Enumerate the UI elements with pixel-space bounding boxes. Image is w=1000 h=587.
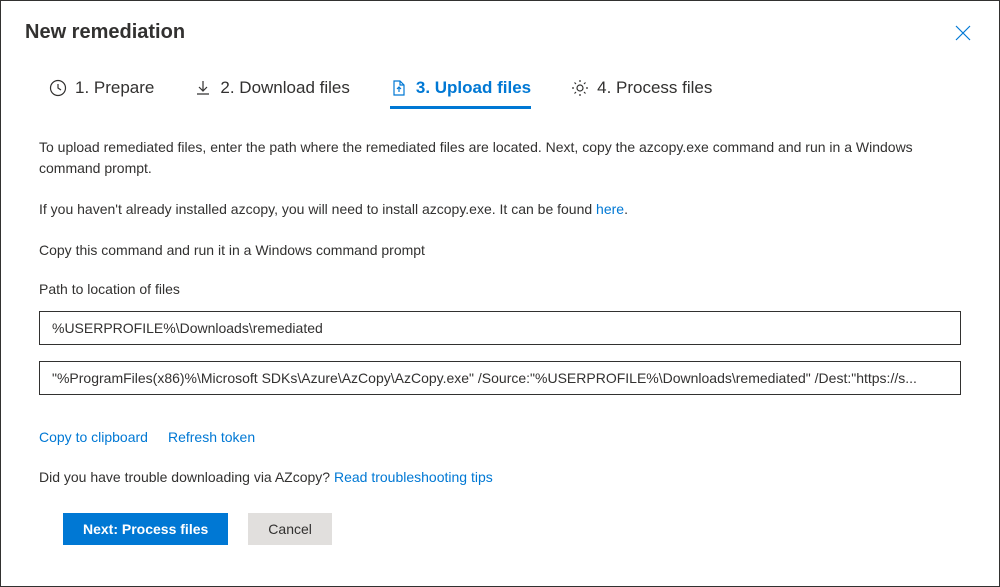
- tab-label: 4. Process files: [597, 78, 712, 98]
- refresh-token-link[interactable]: Refresh token: [168, 429, 255, 445]
- tab-label: 1. Prepare: [75, 78, 154, 98]
- upload-file-icon: [390, 79, 408, 97]
- command-input[interactable]: [39, 361, 961, 395]
- next-button[interactable]: Next: Process files: [63, 513, 228, 545]
- tab-process[interactable]: 4. Process files: [571, 78, 712, 109]
- tab-content: To upload remediated files, enter the pa…: [25, 137, 975, 545]
- download-icon: [194, 79, 212, 97]
- path-label: Path to location of files: [39, 281, 961, 297]
- close-icon: [955, 25, 971, 45]
- troubleshooting-text: Did you have trouble downloading via AZc…: [39, 469, 961, 485]
- path-input[interactable]: [39, 311, 961, 345]
- dialog-buttons: Next: Process files Cancel: [39, 513, 961, 545]
- install-text: If you haven't already installed azcopy,…: [39, 199, 961, 220]
- new-remediation-dialog: New remediation 1. Prepare 2. Download f…: [0, 0, 1000, 587]
- tab-prepare[interactable]: 1. Prepare: [49, 78, 154, 109]
- gear-icon: [571, 79, 589, 97]
- tab-label: 3. Upload files: [416, 78, 531, 98]
- dialog-title: New remediation: [25, 21, 185, 44]
- install-here-link[interactable]: here: [596, 201, 624, 217]
- dialog-header: New remediation: [25, 21, 975, 48]
- tab-upload[interactable]: 3. Upload files: [390, 78, 531, 109]
- wizard-tabs: 1. Prepare 2. Download files 3. Upload f…: [25, 78, 975, 109]
- copy-instruction-text: Copy this command and run it in a Window…: [39, 240, 961, 261]
- clock-icon: [49, 79, 67, 97]
- troubleshooting-link[interactable]: Read troubleshooting tips: [334, 469, 493, 485]
- cancel-button[interactable]: Cancel: [248, 513, 332, 545]
- close-button[interactable]: [951, 21, 975, 48]
- tab-download[interactable]: 2. Download files: [194, 78, 349, 109]
- copy-clipboard-link[interactable]: Copy to clipboard: [39, 429, 148, 445]
- intro-text: To upload remediated files, enter the pa…: [39, 137, 961, 179]
- link-actions: Copy to clipboard Refresh token: [39, 429, 961, 445]
- tab-label: 2. Download files: [220, 78, 349, 98]
